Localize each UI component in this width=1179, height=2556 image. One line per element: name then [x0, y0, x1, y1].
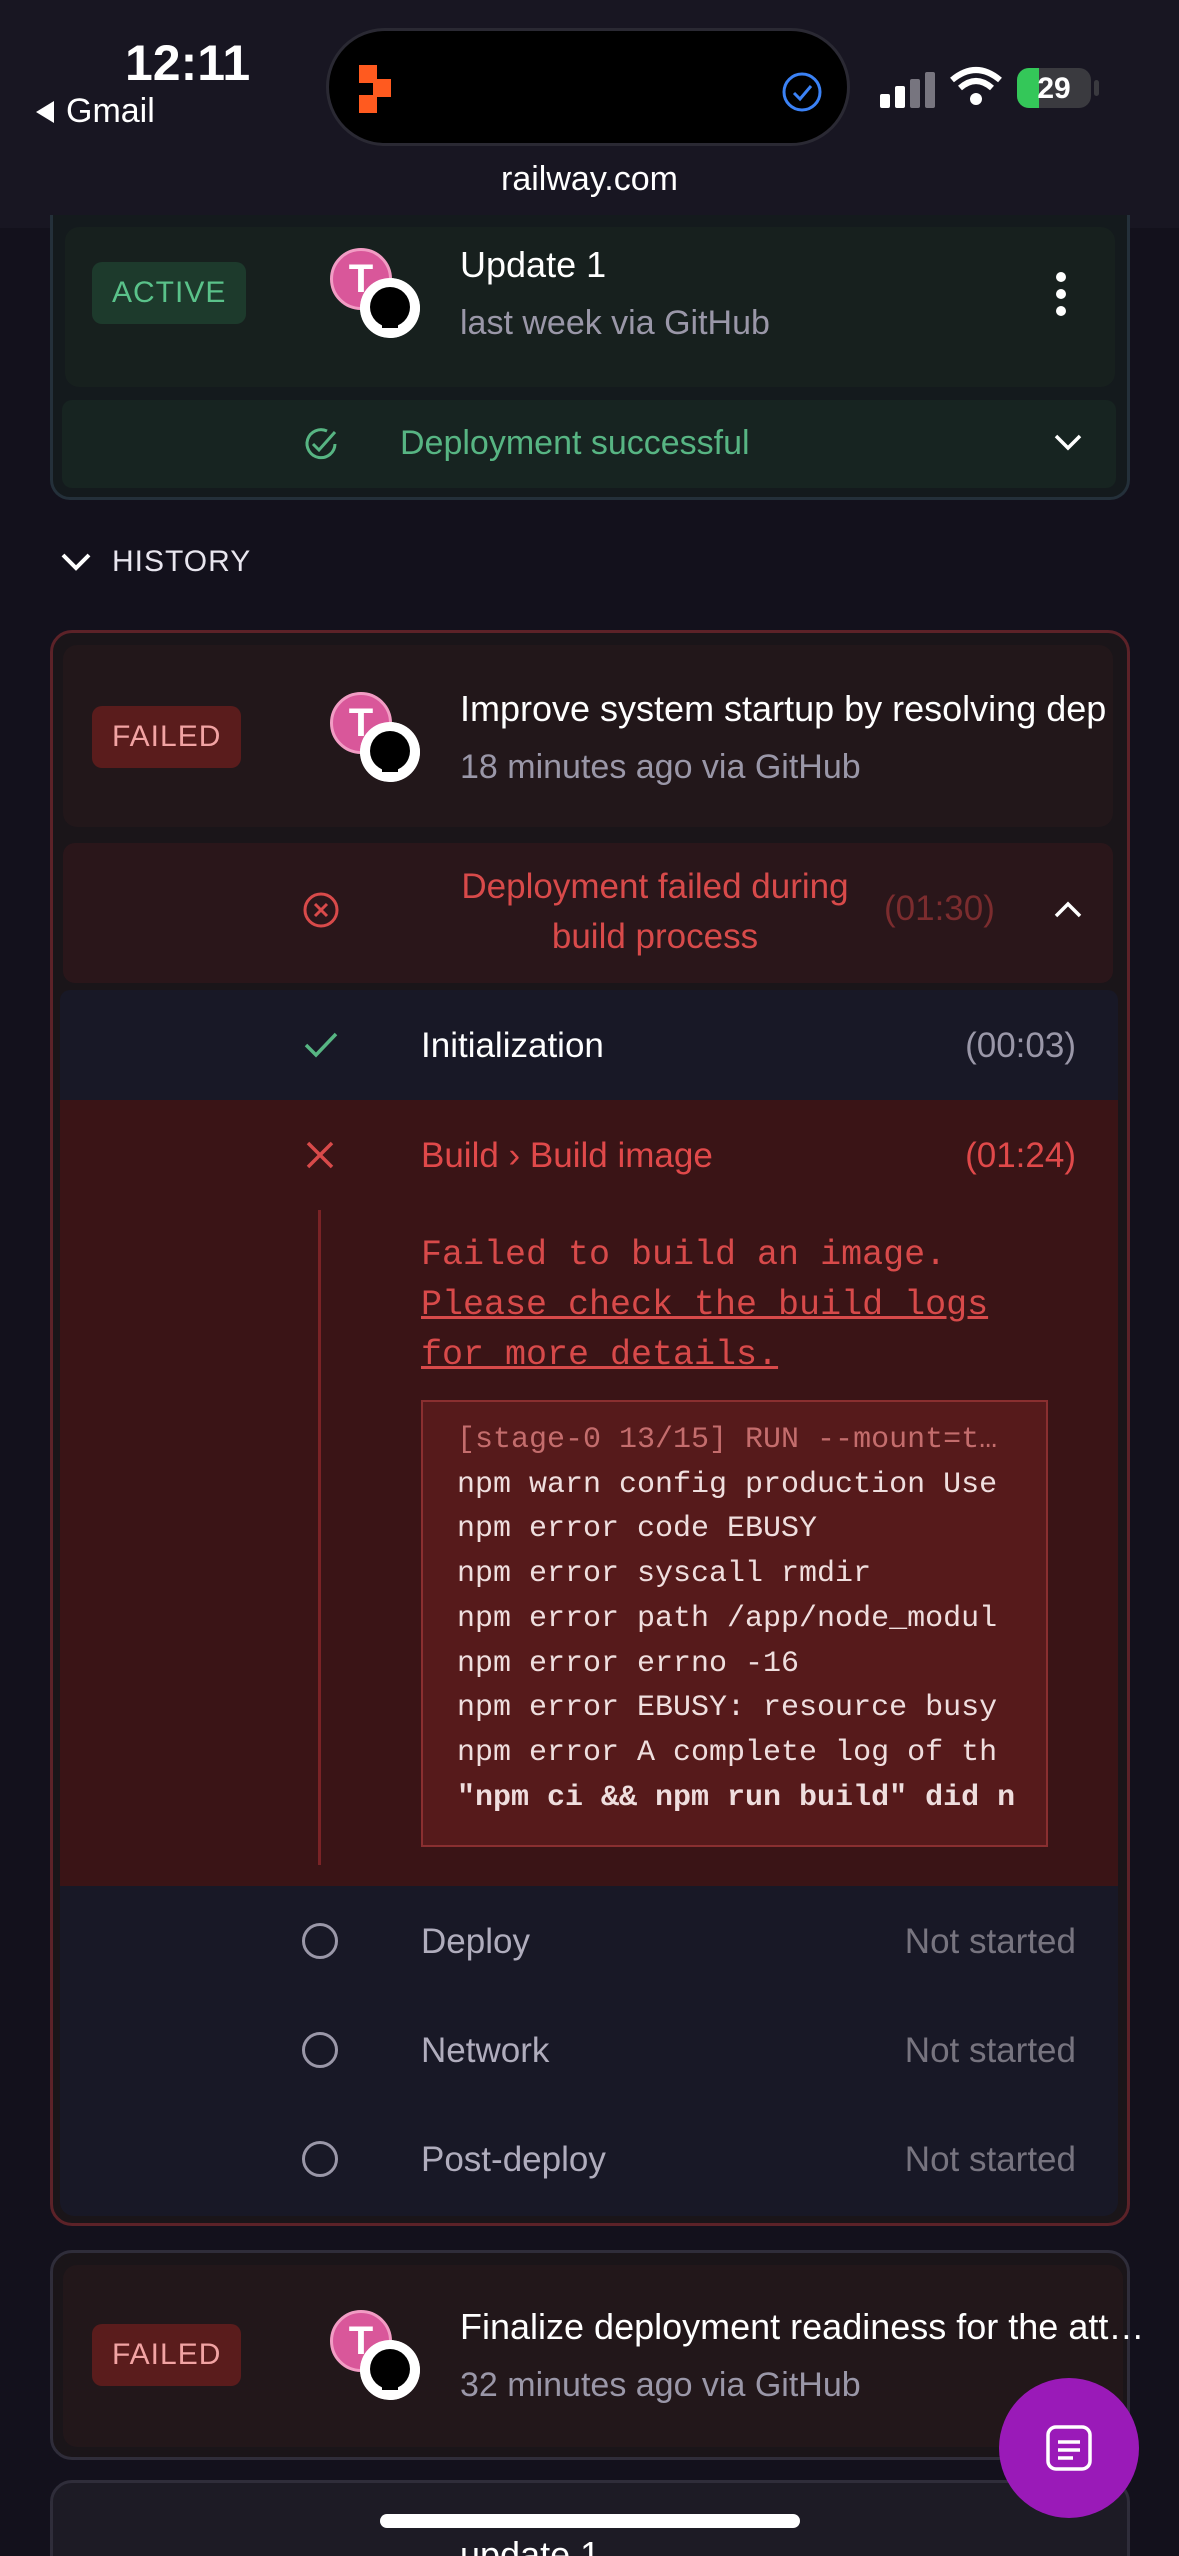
build-logs-link[interactable]: Please check the build logs [421, 1280, 988, 1330]
more-options-icon[interactable] [1053, 272, 1069, 323]
deployment-title: Update 1 [460, 244, 607, 285]
battery-level: 29 [1037, 72, 1071, 105]
home-indicator[interactable] [380, 2514, 800, 2528]
wifi-icon [950, 67, 1002, 105]
avatar: T [330, 692, 430, 792]
deployment-fail-message: Deployment failed during build process [461, 867, 849, 956]
pending-circle-icon [302, 2032, 338, 2068]
error-circle-icon [303, 892, 339, 928]
check-icon [304, 1032, 338, 1058]
deployment-title: Finalize deployment readiness for the at… [460, 2306, 1145, 2347]
deployment-subtitle: last week via GitHub [460, 304, 770, 342]
avatar: T [330, 2310, 430, 2410]
build-logs-link[interactable]: for more details. [421, 1330, 988, 1380]
dynamic-island [326, 28, 850, 146]
github-icon [360, 278, 420, 338]
step-time: Not started [904, 2031, 1076, 2070]
deployment-subtitle: 32 minutes ago via GitHub [460, 2366, 861, 2404]
chevron-up-icon[interactable] [1054, 900, 1082, 920]
back-to-app-button[interactable]: Gmail [36, 92, 155, 131]
chevron-down-icon[interactable] [1054, 432, 1082, 452]
status-badge: FAILED [92, 2324, 242, 2386]
url-bar[interactable]: railway.com [0, 160, 1179, 199]
github-icon [360, 722, 420, 782]
deployment-duration: (01:30) [884, 889, 995, 928]
battery-icon: 29 [1017, 68, 1091, 108]
deployment-title: Improve system startup by resolving dep [460, 688, 1107, 729]
step-time: Not started [904, 1922, 1076, 1961]
status-badge: FAILED [92, 706, 242, 768]
check-circle-icon [782, 72, 822, 112]
history-toggle[interactable]: HISTORY [60, 545, 251, 579]
status-badge: ACTIVE [92, 262, 247, 324]
close-icon [306, 1141, 334, 1169]
clock: 12:11 [125, 35, 251, 91]
back-arrow-icon [36, 100, 54, 123]
step-label[interactable]: Build › Build image [421, 1136, 713, 1176]
deployment-subtitle: 18 minutes ago via GitHub [460, 748, 861, 786]
github-icon [360, 2340, 420, 2400]
app-logo-icon [359, 65, 391, 113]
history-label: HISTORY [112, 545, 252, 578]
build-error-message: Failed to build an image. Please check t… [421, 1230, 988, 1380]
deployment-title: update 1 [460, 2534, 601, 2556]
chevron-down-icon [61, 553, 91, 571]
step-label: Initialization [421, 1026, 604, 1065]
success-check-icon [305, 428, 337, 460]
cellular-signal-icon [880, 72, 935, 108]
avatar: T [330, 248, 430, 348]
step-label: Network [421, 2031, 550, 2070]
deployment-status-text: Deployment successful [400, 424, 750, 462]
step-time: (01:24) [965, 1136, 1076, 1175]
step-label: Deploy [421, 1922, 530, 1961]
pending-circle-icon [302, 1923, 338, 1959]
step-time: Not started [904, 2140, 1076, 2179]
back-app-label: Gmail [66, 92, 155, 130]
step-label: Post-deploy [421, 2140, 606, 2179]
chat-button[interactable] [999, 2378, 1139, 2518]
build-log-excerpt[interactable]: [stage-0 13/15] RUN --mount=t… npm warn c… [421, 1400, 1048, 1847]
pending-circle-icon [302, 2141, 338, 2177]
message-icon [1046, 2425, 1092, 2471]
step-connector [318, 1210, 321, 1865]
step-time: (00:03) [965, 1026, 1076, 1065]
